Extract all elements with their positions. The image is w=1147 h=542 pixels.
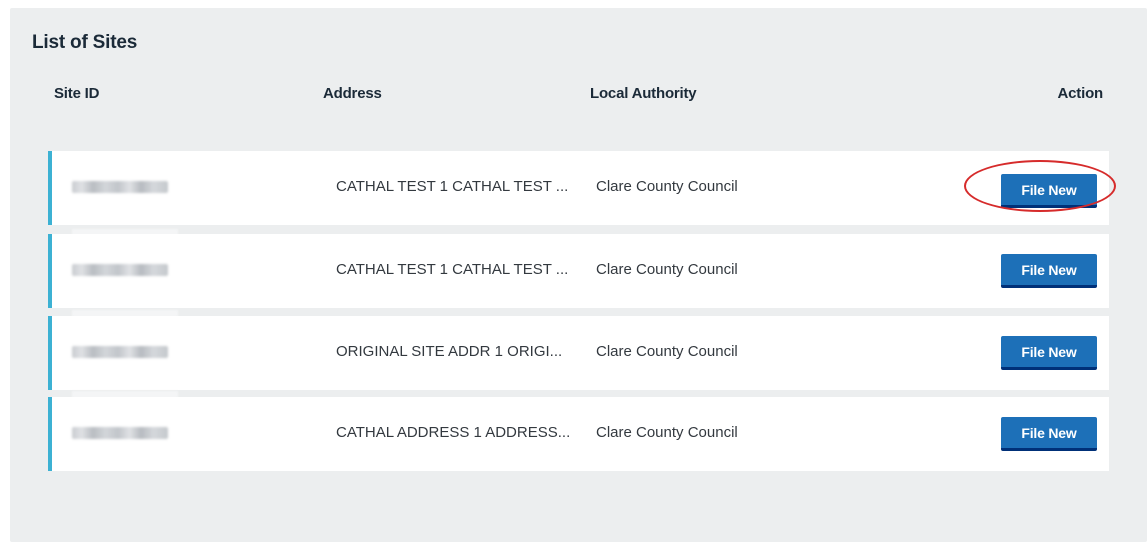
site-row: ORIGINAL SITE ADDR 1 ORIGI... Clare Coun… <box>48 316 1109 390</box>
site-local-authority: Clare County Council <box>596 261 738 278</box>
column-header-address: Address <box>323 85 382 102</box>
site-local-authority: Clare County Council <box>596 178 738 195</box>
site-address: CATHAL ADDRESS 1 ADDRESS... <box>336 424 571 441</box>
site-id-redacted <box>72 264 168 276</box>
site-row: CATHAL ADDRESS 1 ADDRESS... Clare County… <box>48 397 1109 471</box>
file-new-button[interactable]: File New <box>1001 254 1097 288</box>
column-header-local-authority: Local Authority <box>590 85 697 102</box>
site-id-redacted <box>72 181 168 193</box>
column-header-action: Action <box>1057 85 1104 102</box>
panel-title: List of Sites <box>32 32 138 53</box>
site-address: ORIGINAL SITE ADDR 1 ORIGI... <box>336 343 563 360</box>
sites-panel: List of Sites Site ID Address Local Auth… <box>10 8 1147 542</box>
site-local-authority: Clare County Council <box>596 343 738 360</box>
site-address: CATHAL TEST 1 CATHAL TEST ... <box>336 178 569 195</box>
file-new-button[interactable]: File New <box>1001 174 1097 208</box>
site-row: CATHAL TEST 1 CATHAL TEST ... Clare Coun… <box>48 151 1109 225</box>
site-id-redacted <box>72 346 168 358</box>
file-new-button[interactable]: File New <box>1001 417 1097 451</box>
site-local-authority: Clare County Council <box>596 424 738 441</box>
site-id-redacted <box>72 427 168 439</box>
site-address: CATHAL TEST 1 CATHAL TEST ... <box>336 261 569 278</box>
file-new-button[interactable]: File New <box>1001 336 1097 370</box>
column-header-site-id: Site ID <box>54 85 100 102</box>
site-row: CATHAL TEST 1 CATHAL TEST ... Clare Coun… <box>48 234 1109 308</box>
